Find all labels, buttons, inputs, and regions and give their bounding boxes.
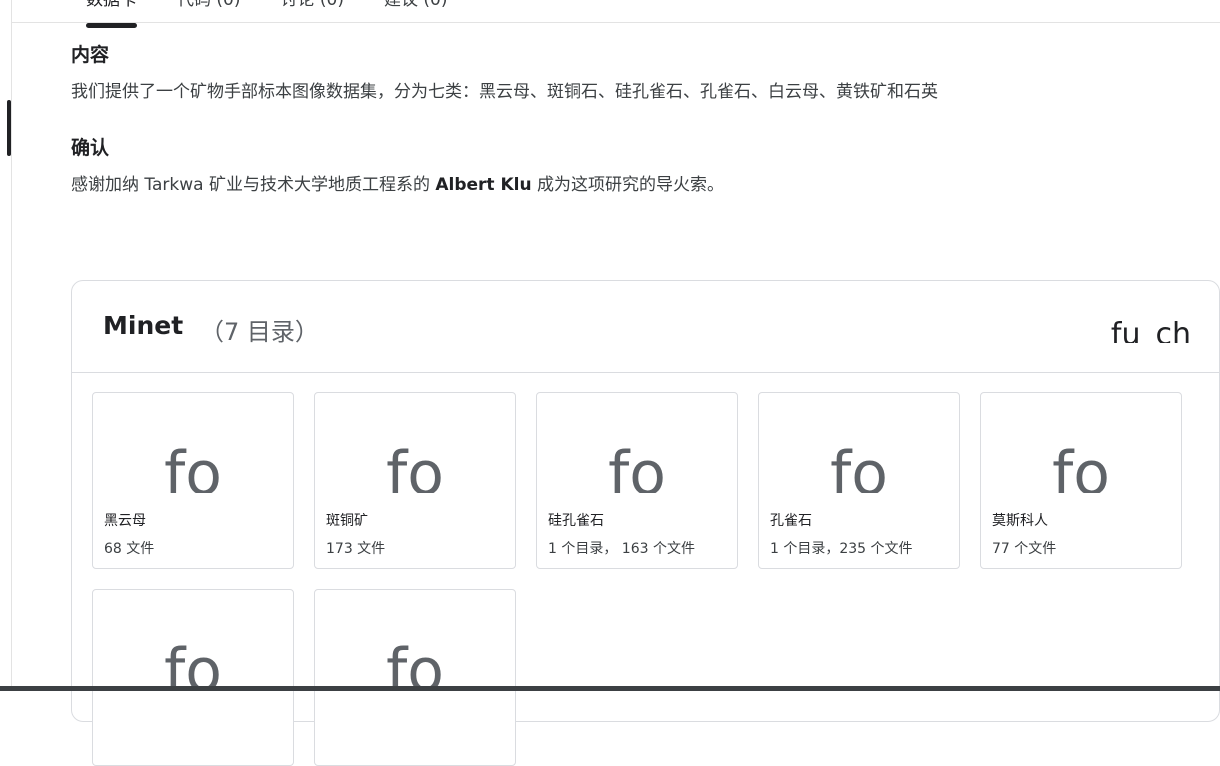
folder-file-count: 173 文件 <box>326 541 386 557</box>
folder-file-count: 68 文件 <box>104 541 155 557</box>
folder-name: 黑云母 <box>104 513 146 529</box>
ack-person-name: Albert Klu <box>435 175 532 195</box>
tabs-divider <box>12 22 1220 23</box>
folder-card[interactable]: fo <box>92 589 294 766</box>
folder-card[interactable]: fo 黑云母 68 文件 <box>92 392 294 569</box>
folder-icon: fo <box>164 439 222 493</box>
folder-name: 斑铜矿 <box>326 513 368 529</box>
folder-icon: fo <box>1052 439 1110 493</box>
left-rail <box>11 0 12 691</box>
folder-name: 莫斯科人 <box>992 513 1048 529</box>
tab-discussion[interactable]: 讨论 (0) <box>280 0 343 22</box>
directory-count: （7 目录） <box>200 318 319 346</box>
dataset-title: Minet <box>103 311 184 340</box>
folder-card[interactable]: fo 莫斯科人 77 个文件 <box>980 392 1182 569</box>
tab-data-card[interactable]: 数据卡 <box>86 0 137 28</box>
folder-file-count: 77 个文件 <box>992 541 1057 557</box>
folder-icon: fo <box>608 439 666 493</box>
ack-text-before: 感谢加纳 Tarkwa 矿业与技术大学地质工程系的 <box>71 175 436 195</box>
folder-icon: fo <box>164 636 222 690</box>
tab-bar: 数据卡 代码 (0) 讨论 (0) 建议 (0) <box>86 0 447 28</box>
acknowledgement-text: 感谢加纳 Tarkwa 矿业与技术大学地质工程系的 Albert Klu 成为这… <box>71 170 724 195</box>
panel-header: Minet （7 目录） fu_ch <box>72 281 1219 373</box>
acknowledgement-heading: 确认 <box>71 137 110 159</box>
dataset-explorer-panel: Minet （7 目录） fu_ch fo 黑云母 68 文件 fo 斑铜矿 1… <box>71 280 1220 766</box>
content-text: 我们提供了一个矿物手部标本图像数据集，分为七类：黑云母、斑铜石、硅孔雀石、孔雀石… <box>71 82 938 102</box>
tab-code[interactable]: 代码 (0) <box>177 0 240 22</box>
folder-file-count: 1 个目录，235 个文件 <box>770 541 913 557</box>
folder-card[interactable]: fo 孔雀石 1 个目录，235 个文件 <box>758 392 960 569</box>
folder-icon: fo <box>386 439 444 493</box>
folder-icon: fo <box>830 439 888 493</box>
tab-suggestions[interactable]: 建议 (0) <box>384 0 447 22</box>
content-heading: 内容 <box>71 44 110 66</box>
folder-card[interactable]: fo 硅孔雀石 1 个目录， 163 个文件 <box>536 392 738 569</box>
folder-name: 硅孔雀石 <box>548 513 604 529</box>
folder-file-count: 1 个目录， 163 个文件 <box>548 541 695 557</box>
folder-name: 孔雀石 <box>770 513 812 529</box>
bottom-scrollbar[interactable] <box>0 686 1220 691</box>
view-toggle-icon[interactable]: fu_ch <box>1111 315 1191 343</box>
folder-card[interactable]: fo <box>314 589 516 766</box>
active-section-indicator <box>7 100 11 156</box>
ack-text-after: 成为这项研究的导火索。 <box>531 175 724 195</box>
folder-card[interactable]: fo 斑铜矿 173 文件 <box>314 392 516 569</box>
folder-icon: fo <box>386 636 444 690</box>
